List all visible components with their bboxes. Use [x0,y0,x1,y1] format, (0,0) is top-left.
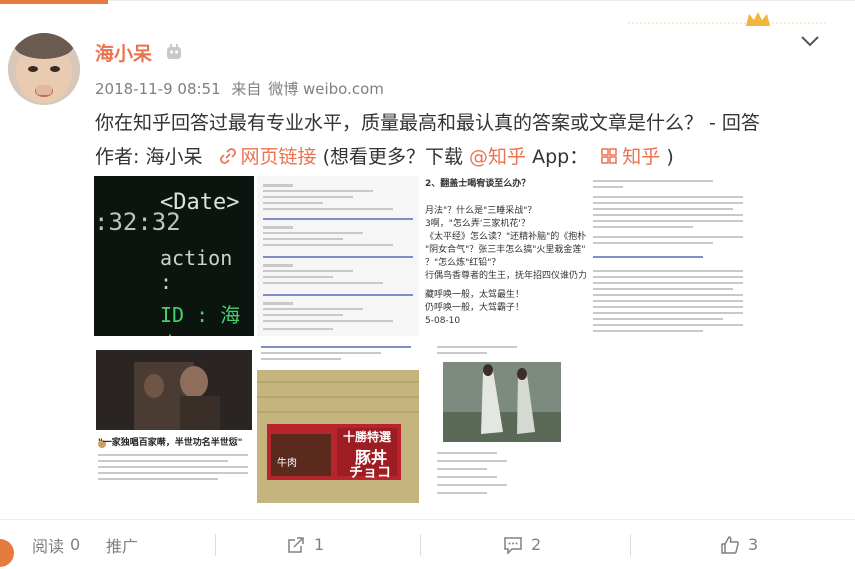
source-prefix: 来自 [231,80,262,98]
tile3-line: 《太平经》怎么读？"还精补脑"的《抱朴子》如何念？ [425,232,586,242]
tile5-screenshot [96,350,252,480]
post-source[interactable]: 微博 weibo.com [268,80,384,98]
weibo-post-card: 海小呆 2018-11-9 08:51 来自 微博 weibo.com 你在知乎… [0,0,855,568]
post-text: 你在知乎回答过最有专业水平，质量最高和最认真的答案或文章是什么？ - 回答 作者… [95,106,815,174]
avatar[interactable] [8,33,80,105]
promote-label: 推广 [106,536,139,556]
app-text: App： [532,146,589,168]
image-tile-2[interactable] [257,176,419,336]
tile7-screenshot [437,346,561,494]
top-divider [108,0,855,1]
repost-count: 1 [314,535,325,554]
tile3-line: ？"怎么炼"红铅"？ [425,258,501,268]
box-label-2: 十勝特選 [343,430,392,444]
avatar-image [8,33,80,105]
box-label-4: チョコ [349,465,391,481]
app-grid-icon [601,148,618,164]
reads-count: 0 [70,535,81,554]
promote-button[interactable]: 推广 [106,520,138,569]
user-badge-icon [167,44,181,59]
tile1-text-2: <Date> [160,190,240,215]
web-link[interactable]: 网页链接 [219,146,323,168]
image-tile-7[interactable] [423,342,586,503]
tile3-line: 月法"？什么是"三睡采战"？ [425,206,537,216]
tile4-screenshot [593,180,743,332]
top-accent-bar [0,0,108,4]
crown-decoration-icon [628,12,828,26]
post-text-line-1: 你在知乎回答过最有专业水平，质量最高和最认真的答案或文章是什么？ - 回答 [95,112,760,134]
tile3-line: 2、翻盖士喝宥谈至么办？ [425,179,531,189]
image-grid: :32:32 <Date> action : ID : 海小 2、翻盖士喝宥谈至… [94,176,750,503]
at-zhihu-link[interactable]: @知乎 [469,146,526,168]
divider [630,534,631,556]
tile5-caption: "一家独唱百家啭，半世功名半世愆" [98,438,243,448]
tile3-line: 5-08-10 [425,316,461,326]
zhihu-app-label: 知乎 [622,146,661,168]
comment-count: 2 [531,535,542,554]
close-paren: ) [666,146,674,168]
username[interactable]: 海小呆 [95,39,152,66]
comment-icon [504,536,522,555]
post-meta: 2018-11-9 08:51 来自 微博 weibo.com [95,78,390,99]
divider [215,534,216,556]
tile3-line: 藏呼唤一般，太驾最生！ [425,290,525,300]
reads-label: 阅读 [32,536,65,556]
post-text-line-2: 作者: 海小呆 网页链接 (想看更多？下载 @知乎 App： 知乎 ) [95,140,815,174]
thumbs-up-icon [721,535,739,554]
download-text: (想看更多？下载 [322,146,463,168]
like-count: 3 [748,535,759,554]
image-tile-3[interactable]: 2、翻盖士喝宥谈至么办？ 月法"？什么是"三睡采战"？ 3啊，"怎么弄'三家机花… [423,176,586,336]
zhihu-app-link[interactable]: 知乎 [600,146,666,168]
tile1-text-3: action : [160,246,233,294]
tile3-line: 行偶鸟香尊者的生王，抚年招四仪谁仍力金"？ [425,271,586,281]
tile3-line: "阴女合气"？张三丰怎么搞"火里栽金莲" [425,245,586,255]
image-tile-6[interactable]: 十勝特選 豚丼 チョコ 牛肉 [257,342,419,503]
post-date[interactable]: 2018-11-9 08:51 [95,80,221,98]
reads-stat: 阅读 0 [32,520,80,569]
box-label-1: 牛肉 [277,458,297,469]
image-tile-5[interactable]: "一家独唱百家啭，半世功名半世愆" [94,342,254,503]
tile6-screenshot [257,346,419,503]
chevron-down-icon[interactable] [799,33,821,49]
repost-icon [288,536,304,553]
divider [420,534,421,556]
comment-button[interactable]: 2 [503,520,541,569]
image-tile-1[interactable]: :32:32 <Date> action : ID : 海小 [94,176,254,336]
tile3-line: 3啊，"怎么弄'三家机花'？ [425,219,530,229]
image-tile-4[interactable] [589,176,750,336]
author-text: 作者: 海小呆 [95,146,203,168]
repost-button[interactable]: 1 [286,520,324,569]
tile2-screenshot [257,176,419,336]
web-link-label: 网页链接 [240,146,317,168]
tile3-line: 仍呼唤一般，大驾霸子！ [425,303,525,313]
action-bar: 阅读 0 推广 1 2 3 [0,519,855,569]
like-button[interactable]: 3 [720,520,758,569]
tile3-text: 2、翻盖士喝宥谈至么办？ 月法"？什么是"三睡采战"？ 3啊，"怎么弄'三家机花… [423,176,586,328]
tile1-text-4: ID : 海小 [160,303,241,336]
link-icon [219,148,236,164]
